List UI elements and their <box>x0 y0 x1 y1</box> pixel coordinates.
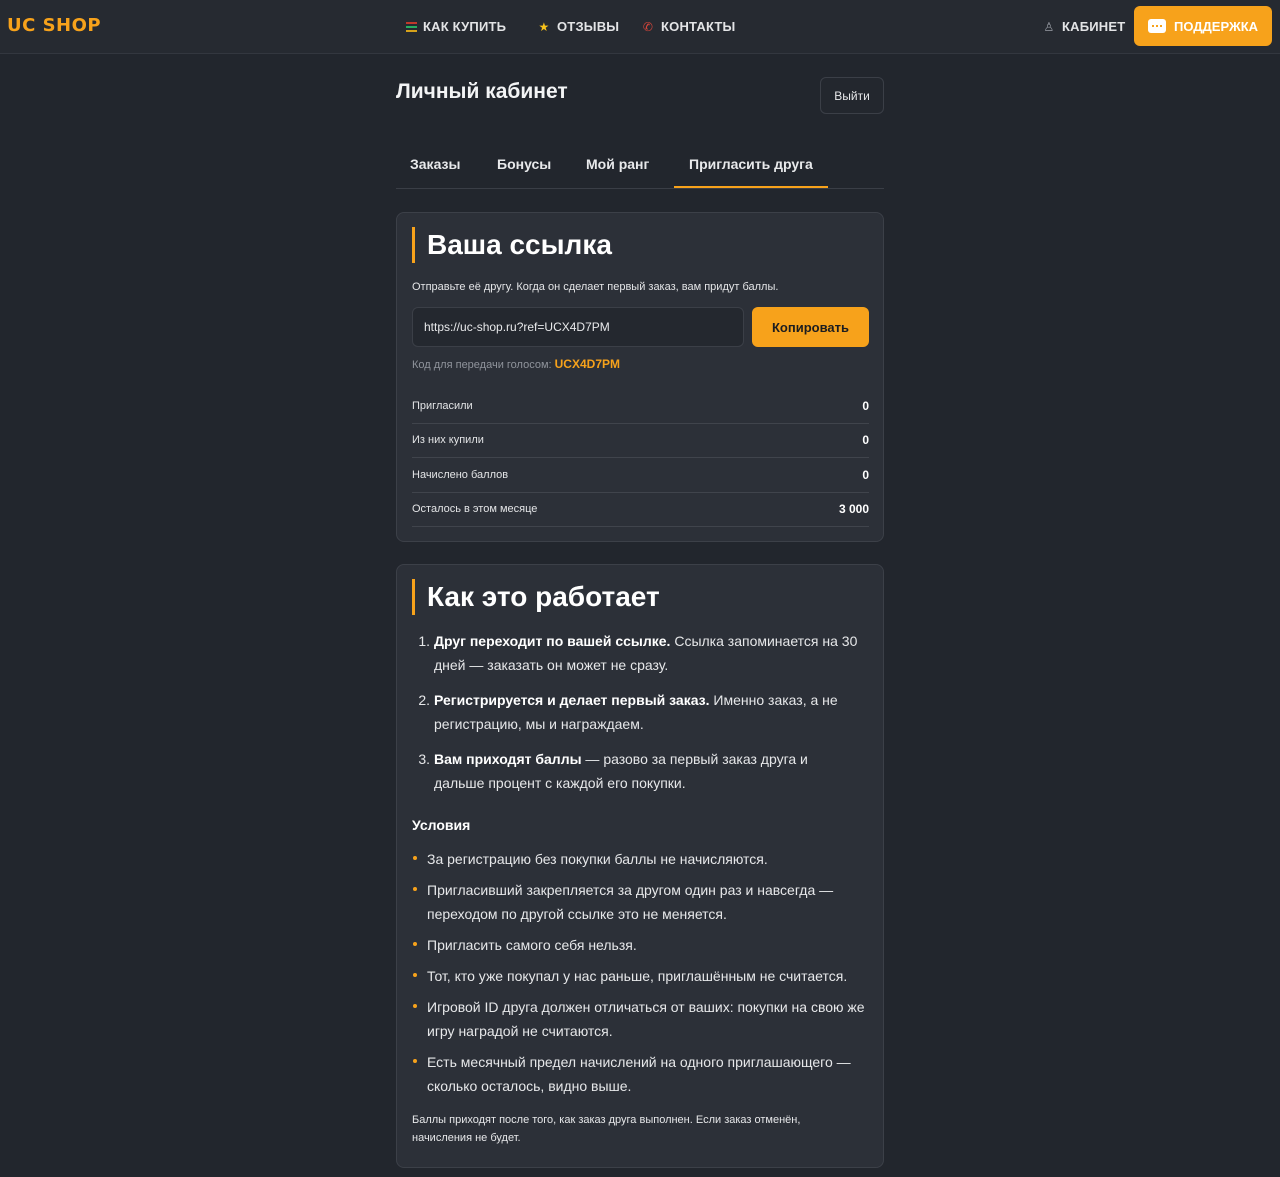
nav-how-to-buy-label: КАК КУПИТЬ <box>423 19 507 34</box>
condition-item: За регистрацию без покупки баллы не начи… <box>412 847 877 871</box>
nav-how-to-buy[interactable]: КАК КУПИТЬ <box>406 19 506 34</box>
condition-item: Тот, кто уже покупал у нас раньше, пригл… <box>412 964 877 988</box>
tab-bonuses[interactable]: Бонусы <box>497 156 551 172</box>
stat-value: 0 <box>862 433 869 448</box>
tab-orders[interactable]: Заказы <box>410 156 460 172</box>
stat-value: 0 <box>862 398 869 413</box>
book-icon <box>406 21 417 32</box>
chat-icon <box>1147 19 1166 33</box>
stat-row: Пригласили 0 <box>412 389 869 424</box>
condition-item: Есть месячный предел начислений на одног… <box>412 1050 877 1098</box>
referral-link-field[interactable]: https://uc-shop.ru?ref=UCX4D7PM <box>412 307 744 347</box>
stat-row: Начислено баллов 0 <box>412 458 869 493</box>
step-number: 2. <box>418 692 430 708</box>
referral-description: Отправьте её другу. Когда он сделает пер… <box>412 281 779 293</box>
conditions-list: За регистрацию без покупки баллы не начи… <box>412 847 877 1105</box>
tabs: Заказы Бонусы Мой ранг Пригласить друга <box>396 142 884 189</box>
condition-item: Игровой ID друга должен отличаться от ва… <box>412 995 877 1043</box>
condition-item: Пригласить самого себя нельзя. <box>412 933 877 957</box>
nav-contacts-label: КОНТАКТЫ <box>661 19 736 34</box>
how-it-works-card: Как это работает 1. Друг переходит по ва… <box>396 564 884 1168</box>
stat-value: 0 <box>862 467 869 482</box>
tab-rank[interactable]: Мой ранг <box>586 156 649 172</box>
voice-code-value: UCX4D7PM <box>554 357 620 371</box>
nav-contacts[interactable]: ✆ КОНТАКТЫ <box>641 19 735 34</box>
step-bold: Друг переходит по вашей ссылке. <box>434 633 671 649</box>
step-item: 1. Друг переходит по вашей ссылке. Ссылк… <box>412 629 862 677</box>
nav-cabinet[interactable]: ♙ КАБИНЕТ <box>1042 19 1126 34</box>
star-icon: ★ <box>538 19 550 34</box>
phone-icon: ✆ <box>642 19 654 34</box>
tab-invite-friend[interactable]: Пригласить друга <box>674 156 828 188</box>
nav-reviews-label: ОТЗЫВЫ <box>557 19 620 34</box>
voice-code-label: Код для передачи голосом: <box>412 359 552 371</box>
page-title: Личный кабинет <box>396 80 568 103</box>
conditions-title: Условия <box>412 817 471 833</box>
stat-label: Пригласили <box>412 399 473 412</box>
voice-code: Код для передачи голосом: UCX4D7PM <box>412 357 620 371</box>
footnote: Баллы приходят после того, как заказ дру… <box>412 1114 801 1144</box>
stat-label: Из них купили <box>412 434 484 447</box>
stat-label: Осталось в этом месяце <box>412 503 538 516</box>
referral-link-card: Ваша ссылка Отправьте её другу. Когда он… <box>396 212 884 542</box>
step-item: 2. Регистрируется и делает первый заказ.… <box>412 688 862 736</box>
support-button-label: ПОДДЕРЖКА <box>1173 18 1259 34</box>
top-bar: UC SHOP КАК КУПИТЬ ★ ОТЗЫВЫ ✆ КОНТАКТЫ ♙… <box>0 0 1280 54</box>
copy-button[interactable]: Копировать <box>752 307 869 347</box>
stat-value: 3 000 <box>838 502 869 517</box>
stat-row: Осталось в этом месяце 3 000 <box>412 493 869 527</box>
stat-label: Начислено баллов <box>412 468 509 481</box>
user-icon: ♙ <box>1043 19 1055 34</box>
nav-cabinet-label: КАБИНЕТ <box>1062 19 1126 34</box>
steps-list: 1. Друг переходит по вашей ссылке. Ссылк… <box>412 629 862 806</box>
step-bold: Регистрируется и делает первый заказ. <box>434 692 710 708</box>
step-number: 3. <box>418 751 430 767</box>
step-bold: Вам приходят баллы <box>434 751 582 767</box>
support-button[interactable]: ПОДДЕРЖКА <box>1134 6 1272 46</box>
stat-row: Из них купили 0 <box>412 424 869 458</box>
step-number: 1. <box>418 633 430 649</box>
referral-stats: Пригласили 0 Из них купили 0 Начислено б… <box>412 389 869 527</box>
step-item: 3. Вам приходят баллы — разово за первый… <box>412 747 862 795</box>
nav-reviews[interactable]: ★ ОТЗЫВЫ <box>537 19 620 34</box>
referral-link-title: Ваша ссылка <box>412 227 612 263</box>
how-it-works-title: Как это работает <box>412 579 660 615</box>
logout-button[interactable]: Выйти <box>820 77 884 114</box>
logo[interactable]: UC SHOP <box>7 15 101 36</box>
condition-item: Пригласивший закрепляется за другом один… <box>412 878 877 926</box>
